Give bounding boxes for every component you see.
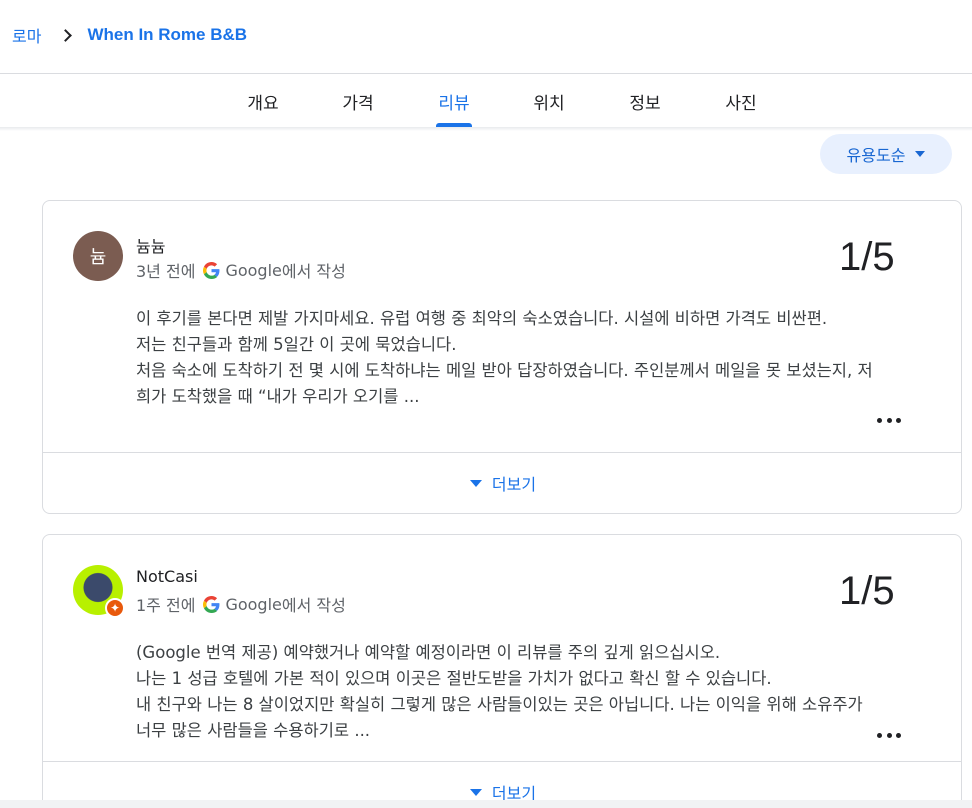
review-card: 늄 늄늄 3년 전에 Google 에서 작성 1/5 이 후기를 본다면 제발 … — [42, 200, 962, 514]
review-rating: 1/5 — [839, 235, 895, 279]
review-line: 내 친구와 나는 8 살이었지만 확실히 그렇게 많은 사람들이있는 곳은 아닙… — [136, 695, 863, 740]
avatar[interactable]: 늄 — [73, 231, 123, 281]
caret-down-icon — [469, 788, 482, 796]
review-line: 저는 친구들과 함께 5일간 이 곳에 묵었습니다. — [136, 335, 457, 354]
tab-bar-shadow — [0, 127, 972, 131]
review-time: 3년 전에 — [136, 262, 196, 281]
review-meta: 3년 전에 Google 에서 작성 — [136, 258, 346, 282]
breadcrumb-current-link[interactable]: When In Rome B&B — [87, 25, 247, 45]
review-source-suffix: 에서 작성 — [281, 596, 346, 615]
see-more-label: 더보기 — [491, 475, 537, 494]
tab-overview[interactable]: 개요 — [238, 74, 288, 128]
review-source-suffix: 에서 작성 — [281, 262, 346, 281]
local-guide-badge-icon: ✦ — [105, 598, 125, 618]
tab-prices[interactable]: 가격 — [333, 74, 383, 128]
caret-down-icon — [469, 479, 482, 487]
breadcrumb: 로마 When In Rome B&B — [12, 22, 247, 48]
review-source: Google — [225, 260, 282, 280]
avatar[interactable]: ✦ — [73, 565, 125, 618]
caret-down-icon — [915, 151, 926, 157]
review-source: Google — [225, 594, 282, 614]
chevron-right-icon — [61, 30, 71, 40]
more-options-icon[interactable] — [877, 730, 901, 740]
bottom-scroll-strip — [0, 800, 972, 808]
review-text: (Google 번역 제공) 예약했거나 예약할 예정이라면 이 리뷰를 주의 … — [136, 640, 876, 744]
avatar-initial: 늄 — [89, 247, 107, 268]
google-logo-icon — [203, 261, 220, 279]
review-author[interactable]: 늄늄 — [136, 233, 165, 257]
breadcrumb-root-link[interactable]: 로마 — [12, 23, 41, 47]
review-time: 1주 전에 — [136, 596, 196, 615]
review-line: 이 후기를 본다면 제발 가지마세요. 유럽 여행 중 최악의 숙소였습니다. … — [136, 309, 828, 328]
review-line: (Google 번역 제공) 예약했거나 예약할 예정이라면 이 리뷰를 주의 … — [136, 643, 721, 662]
google-logo-icon — [203, 595, 220, 613]
sort-dropdown-button[interactable]: 유용도순 — [820, 134, 952, 174]
sort-label: 유용도순 — [846, 146, 906, 165]
review-line: 나는 1 성급 호텔에 가본 적이 있으며 이곳은 절반도받을 가치가 없다고 … — [136, 669, 772, 688]
review-text: 이 후기를 본다면 제발 가지마세요. 유럽 여행 중 최악의 숙소였습니다. … — [136, 306, 876, 410]
tab-location[interactable]: 위치 — [524, 74, 574, 128]
tab-reviews[interactable]: 리뷰 — [429, 74, 479, 128]
review-meta: 1주 전에 Google 에서 작성 — [136, 592, 346, 616]
review-rating: 1/5 — [839, 569, 895, 613]
review-line: 처음 숙소에 도착하기 전 몇 시에 도착하냐는 메일 받아 답장하였습니다. … — [136, 361, 873, 406]
see-more-button[interactable]: 더보기 — [43, 453, 961, 513]
review-card: ✦ NotCasi 1주 전에 Google 에서 작성 1/5 (Google … — [42, 534, 962, 808]
review-author[interactable]: NotCasi — [136, 567, 198, 586]
more-options-icon[interactable] — [877, 415, 901, 425]
tab-info[interactable]: 정보 — [620, 74, 670, 128]
tab-photos[interactable]: 사진 — [716, 74, 766, 128]
tab-bar: 개요 가격 리뷰 위치 정보 사진 — [0, 74, 972, 128]
